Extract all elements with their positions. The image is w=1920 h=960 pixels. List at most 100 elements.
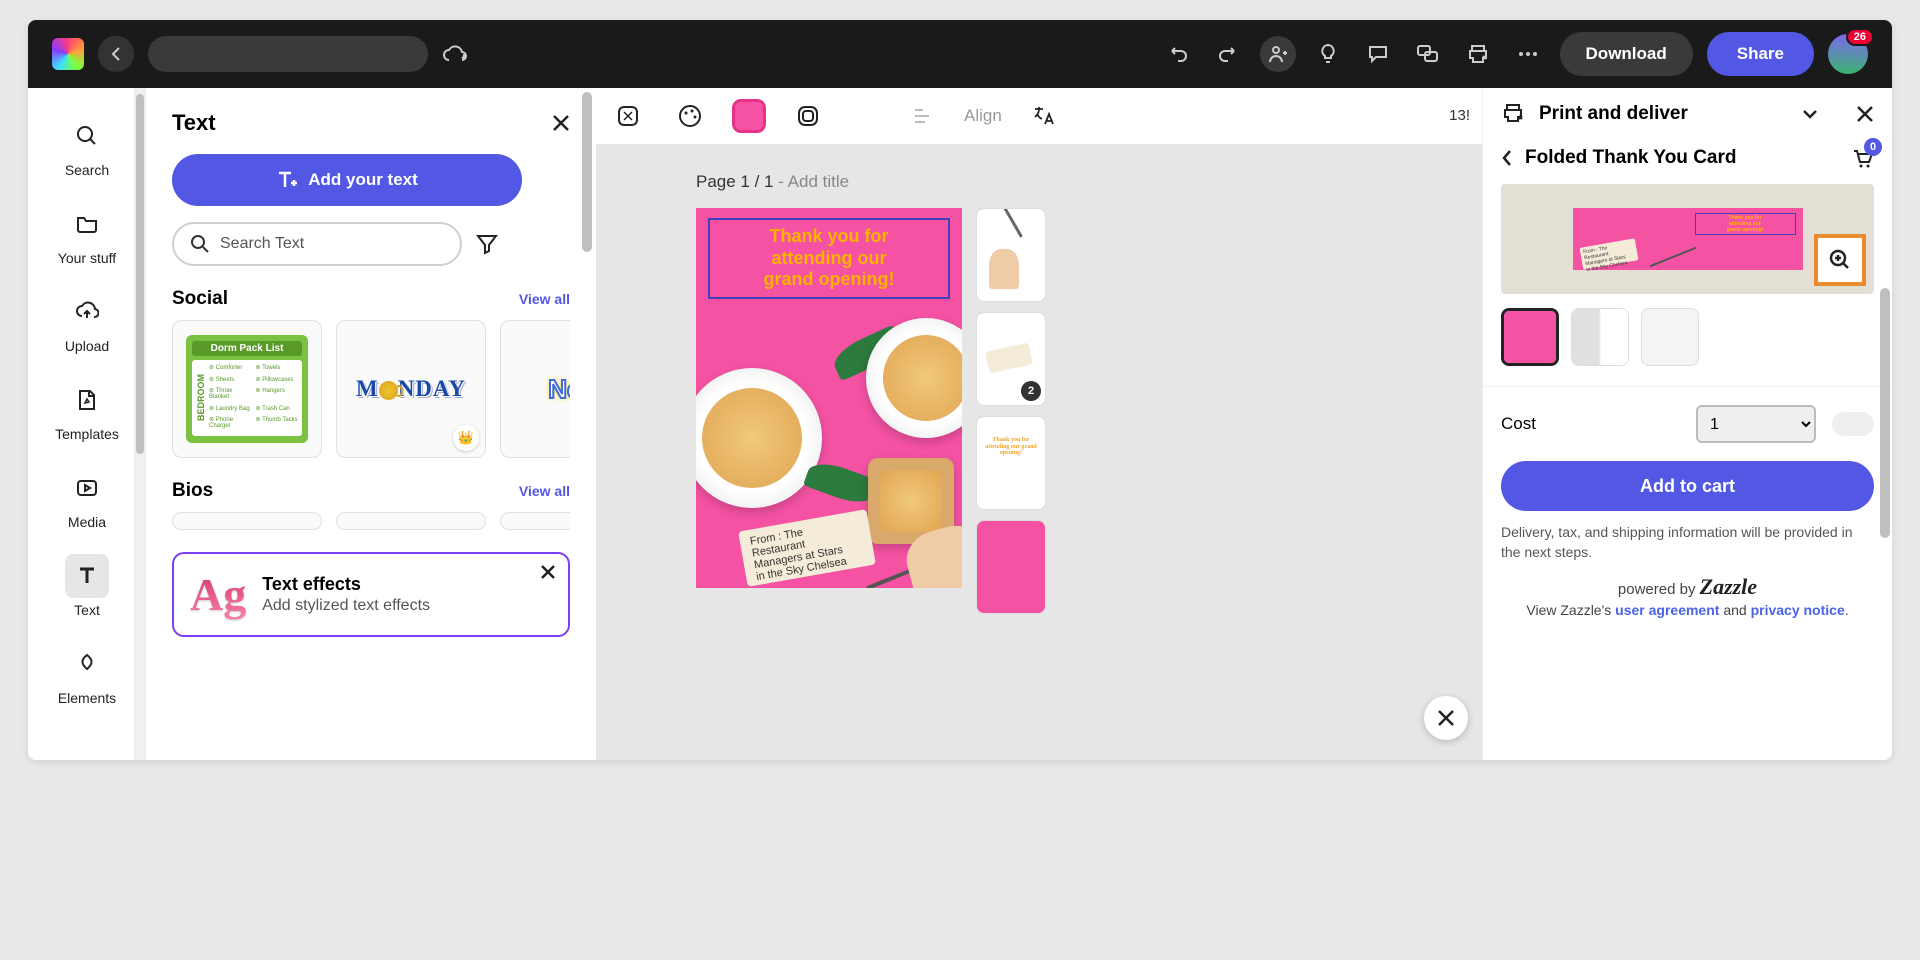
tips-icon[interactable] bbox=[1310, 36, 1346, 72]
left-rail: Search Your stuff Upload Templates Media… bbox=[28, 88, 146, 760]
global-search-input[interactable] bbox=[148, 36, 428, 72]
close-print-panel[interactable] bbox=[1856, 105, 1874, 123]
align-label: Align bbox=[964, 106, 1002, 126]
preview-variants bbox=[1483, 294, 1892, 386]
thumb-text: Throw Blanket bbox=[209, 387, 252, 403]
thumb-text: Thank you for attending our grand openin… bbox=[977, 417, 1045, 477]
page-number: Page 1 / 1 bbox=[696, 172, 774, 191]
add-your-text-button[interactable]: Add your text bbox=[172, 154, 522, 206]
invite-collaborator-button[interactable] bbox=[1260, 36, 1296, 72]
print-scrollbar-thumb[interactable] bbox=[1880, 288, 1890, 538]
search-placeholder: Search Text bbox=[220, 235, 304, 253]
redo-button[interactable] bbox=[1210, 36, 1246, 72]
quantity-select[interactable]: 1 bbox=[1696, 405, 1816, 443]
rail-item-templates[interactable]: Templates bbox=[28, 368, 146, 452]
text-effects-subtitle: Add stylized text effects bbox=[262, 597, 430, 615]
product-preview: From : The RestaurantManagers at Starsin… bbox=[1501, 184, 1874, 294]
align-icon[interactable] bbox=[902, 96, 942, 136]
print-back-button[interactable] bbox=[1501, 149, 1513, 167]
view-all-social[interactable]: View all bbox=[519, 291, 570, 307]
comment-icon[interactable] bbox=[1360, 36, 1396, 72]
cloud-sync-icon[interactable] bbox=[442, 43, 468, 65]
search-text-input[interactable]: Search Text bbox=[172, 222, 462, 266]
template-bio-3[interactable] bbox=[500, 512, 570, 530]
privacy-notice-link[interactable]: privacy notice bbox=[1751, 602, 1845, 618]
view-all-bios[interactable]: View all bbox=[519, 483, 570, 499]
add-to-cart-button[interactable]: Add to cart bbox=[1501, 461, 1874, 511]
rail-item-search[interactable]: Search bbox=[28, 104, 146, 188]
page-thumb-4[interactable] bbox=[976, 520, 1046, 614]
rail-scrollbar-thumb[interactable] bbox=[136, 94, 144, 454]
rail-item-elements[interactable]: Elements bbox=[28, 632, 146, 716]
template-monday[interactable]: MNDAY 👑 bbox=[336, 320, 486, 458]
share-button[interactable]: Share bbox=[1707, 32, 1814, 76]
tag-graphic: From : The RestaurantManagers at Starsin… bbox=[1579, 238, 1638, 269]
page-thumb-2[interactable]: 2 bbox=[976, 312, 1046, 406]
media-icon bbox=[75, 476, 99, 500]
rail-scrollbar-track bbox=[134, 88, 146, 760]
canvas-background[interactable]: Page 1 / 1 - Add title Thank you for att… bbox=[596, 144, 1482, 760]
template-bio-1[interactable] bbox=[172, 512, 322, 530]
add-text-label: Add your text bbox=[308, 170, 418, 190]
variant-inside[interactable] bbox=[1571, 308, 1629, 366]
thumb-text: Sheets bbox=[209, 376, 252, 386]
rail-label: Templates bbox=[55, 426, 119, 442]
crop-tool-icon[interactable] bbox=[608, 96, 648, 136]
page-label: Page 1 / 1 - Add title bbox=[696, 172, 849, 192]
back-button[interactable] bbox=[98, 36, 134, 72]
food-bowl-graphic bbox=[696, 368, 822, 508]
close-icon bbox=[552, 114, 570, 132]
cart-button[interactable]: 0 bbox=[1850, 146, 1874, 170]
canvas-toolbar: Align 13! bbox=[596, 88, 1482, 144]
collapse-button[interactable] bbox=[1802, 109, 1818, 119]
text-panel: Text Add your text Search Text bbox=[146, 88, 596, 760]
fill-color-swatch[interactable] bbox=[732, 99, 766, 133]
user-avatar[interactable]: 26 bbox=[1828, 34, 1868, 74]
design-canvas[interactable]: Thank you for attending our grand openin… bbox=[696, 208, 962, 588]
dismiss-text-effects[interactable] bbox=[540, 564, 556, 580]
print-deliver-icon bbox=[1501, 102, 1527, 126]
rail-item-upload[interactable]: Upload bbox=[28, 280, 146, 364]
canvas-area: Align 13! Page 1 / 1 - Add title Thank y… bbox=[596, 88, 1482, 760]
rail-item-media[interactable]: Media bbox=[28, 456, 146, 540]
more-icon[interactable] bbox=[1510, 36, 1546, 72]
page-title-hint[interactable]: - Add title bbox=[774, 172, 850, 191]
layers-icon[interactable] bbox=[788, 96, 828, 136]
template-new[interactable]: New bbox=[500, 320, 570, 458]
download-button[interactable]: Download bbox=[1560, 32, 1693, 76]
folder-icon bbox=[75, 212, 99, 236]
app-logo-icon[interactable] bbox=[52, 38, 84, 70]
print-icon[interactable] bbox=[1460, 36, 1496, 72]
page-thumb-3[interactable]: Thank you for attending our grand openin… bbox=[976, 416, 1046, 510]
variant-front[interactable] bbox=[1501, 308, 1559, 366]
filter-button[interactable] bbox=[476, 233, 498, 255]
rail-item-your-stuff[interactable]: Your stuff bbox=[28, 192, 146, 276]
translate-icon[interactable] bbox=[1024, 96, 1064, 136]
close-thumbnails-button[interactable] bbox=[1424, 696, 1468, 740]
top-bar: Download Share 26 bbox=[28, 20, 1892, 88]
present-icon[interactable] bbox=[1410, 36, 1446, 72]
app-body: Search Your stuff Upload Templates Media… bbox=[28, 88, 1892, 760]
templates-icon bbox=[75, 388, 99, 412]
panel-scrollbar-thumb[interactable] bbox=[582, 92, 592, 252]
close-panel-button[interactable] bbox=[552, 114, 570, 132]
user-agreement-link[interactable]: user agreement bbox=[1615, 602, 1719, 618]
template-dorm-pack-list[interactable]: Dorm Pack List BEDROOM ComforterTowels S… bbox=[172, 320, 322, 458]
page-thumb-1[interactable] bbox=[976, 208, 1046, 302]
page-thumbnails: 2 Thank you for attending our grand open… bbox=[976, 208, 1046, 760]
rail-item-text[interactable]: Text bbox=[28, 544, 146, 628]
undo-button[interactable] bbox=[1160, 36, 1196, 72]
text-effects-sample: Ag bbox=[190, 568, 246, 621]
upload-icon bbox=[75, 300, 99, 324]
zoom-preview-button[interactable] bbox=[1814, 234, 1866, 286]
section-social-title: Social bbox=[172, 288, 228, 310]
variant-back[interactable] bbox=[1641, 308, 1699, 366]
text-effects-card[interactable]: Ag Text effects Add stylized text effect… bbox=[172, 552, 570, 637]
template-bio-2[interactable] bbox=[336, 512, 486, 530]
thumb-text: Laundry Bag bbox=[209, 405, 252, 415]
color-palette-icon[interactable] bbox=[670, 96, 710, 136]
thumb-text: Pillowcases bbox=[256, 376, 299, 386]
rail-label: Elements bbox=[58, 690, 116, 706]
app-window: Download Share 26 Search Your stuff Uplo… bbox=[28, 20, 1892, 760]
print-panel: Print and deliver Folded Thank You Card … bbox=[1482, 88, 1892, 760]
